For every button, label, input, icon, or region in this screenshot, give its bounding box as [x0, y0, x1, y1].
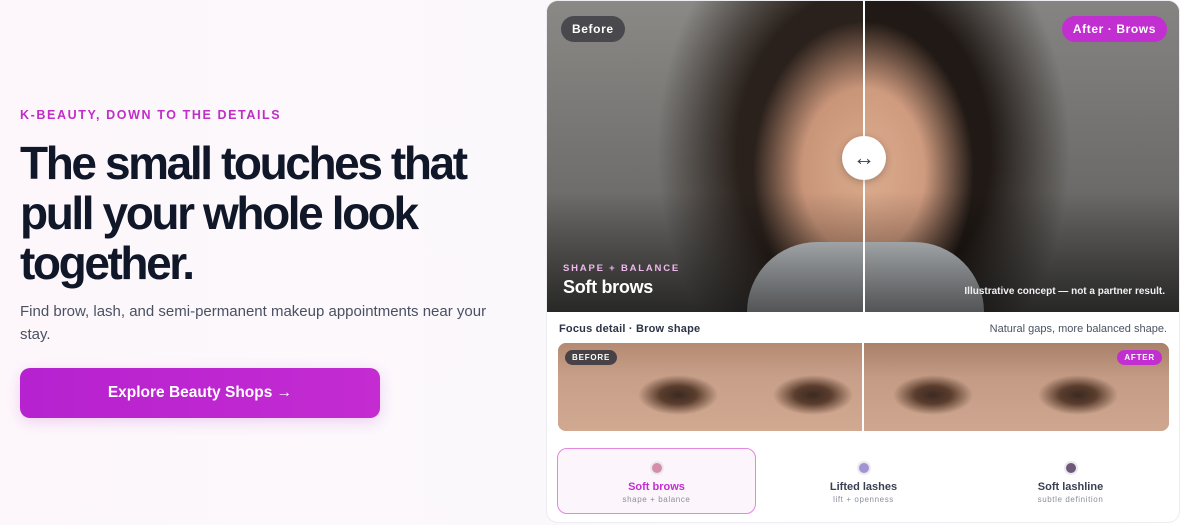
- before-badge: Before: [561, 16, 625, 42]
- disclaimer-text: Illustrative concept — not a partner res…: [964, 286, 1165, 297]
- color-dot-icon: [856, 461, 871, 475]
- explore-beauty-shops-button[interactable]: Explore Beauty Shops →: [20, 368, 380, 418]
- option-label: Lifted lashes: [829, 481, 898, 493]
- focus-after-badge: AFTER: [1117, 350, 1162, 365]
- option-label: Soft brows: [628, 481, 685, 493]
- subtitle-text: Find brow, lash, and semi-permanent make…: [20, 303, 487, 343]
- option-sublabel: shape + balance: [622, 495, 691, 504]
- option-lifted-lashes[interactable]: Lifted lashes lift + openness: [764, 448, 963, 514]
- eyebrow-text: K-BEAUTY, DOWN TO THE DETAILS: [20, 108, 282, 122]
- page-title: The small touches that pull your whole l…: [20, 137, 468, 289]
- option-soft-lashline[interactable]: Soft lashline subtle definition: [971, 448, 1170, 514]
- option-label: Soft lashline: [1037, 481, 1104, 493]
- option-soft-brows[interactable]: Soft brows shape + balance: [557, 448, 756, 514]
- before-after-card: ↔ Before After · Brows SHAPE + BALANCE S…: [546, 0, 1180, 523]
- tag-title: Soft brows: [563, 277, 653, 297]
- focus-detail-note: Natural gaps, more balanced shape.: [989, 323, 1167, 335]
- option-sublabel: lift + openness: [833, 495, 894, 504]
- focus-divider: [862, 343, 864, 431]
- before-after-slider[interactable]: ↔ Before After · Brows SHAPE + BALANCE S…: [547, 1, 1179, 312]
- option-sublabel: subtle definition: [1037, 495, 1104, 504]
- after-badge: After · Brows: [1061, 16, 1167, 42]
- focus-detail-strip: BEFORE AFTER: [558, 343, 1169, 431]
- color-dot-icon: [1063, 461, 1078, 475]
- focus-detail-label: Focus detail · Brow shape: [559, 323, 701, 335]
- tag-eyebrow: SHAPE + BALANCE: [563, 263, 680, 274]
- focus-detail-row: Focus detail · Brow shape Natural gaps, …: [559, 321, 1167, 337]
- color-dot-icon: [649, 461, 664, 475]
- treatment-options: Soft brows shape + balance Lifted lashes…: [557, 448, 1171, 514]
- focus-before-badge: BEFORE: [565, 350, 618, 365]
- slider-handle-icon[interactable]: ↔: [842, 136, 886, 180]
